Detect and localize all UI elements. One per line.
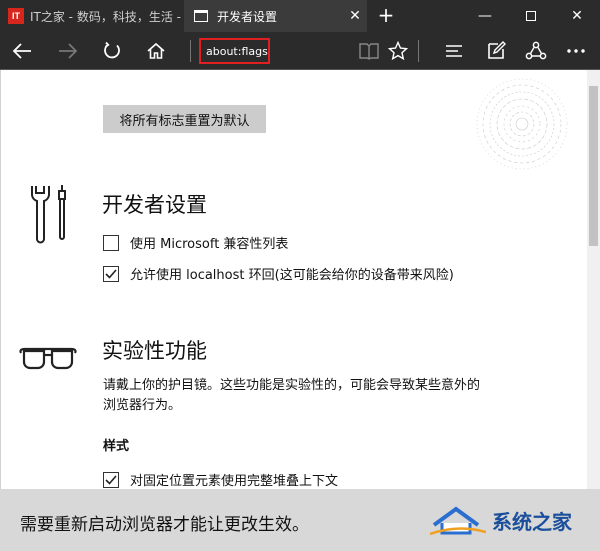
- refresh-button[interactable]: [96, 35, 128, 67]
- favorite-button[interactable]: [382, 35, 414, 67]
- home-icon: [147, 42, 165, 59]
- tab-title: IT之家 - 数码，科技，生活 -: [30, 9, 181, 24]
- more-button[interactable]: [560, 35, 592, 67]
- developer-settings-title: 开发者设置: [102, 193, 207, 217]
- localhost-loopback-checkbox[interactable]: [103, 265, 119, 282]
- star-icon: [388, 41, 408, 61]
- back-button[interactable]: [6, 35, 38, 67]
- refresh-icon: [104, 41, 120, 59]
- option-localhost-loopback[interactable]: 允许使用 localhost 环回(这可能会给你的设备带来风险): [103, 264, 454, 283]
- share-button[interactable]: [520, 35, 552, 67]
- compat-list-checkbox[interactable]: [103, 234, 119, 251]
- reading-view-button[interactable]: [353, 35, 385, 67]
- more-icon: [567, 49, 585, 53]
- forward-arrow-icon: [59, 43, 78, 59]
- restart-notice-text: 需要重新启动浏览器才能让更改生效。: [20, 515, 309, 535]
- maximize-button[interactable]: [508, 0, 554, 32]
- house-logo-icon: [430, 506, 486, 536]
- hub-button[interactable]: [438, 35, 470, 67]
- option-stacking-context[interactable]: 对固定位置元素使用完整堆叠上下文: [103, 470, 338, 489]
- checkmark-icon: [105, 268, 117, 279]
- new-tab-button[interactable]: +: [374, 4, 398, 28]
- styles-subheading: 样式: [103, 439, 130, 454]
- page-icon: [194, 10, 208, 22]
- toolbar-separator: [418, 40, 419, 62]
- option-compat-list[interactable]: 使用 Microsoft 兼容性列表: [103, 233, 288, 252]
- address-bar[interactable]: about:flags: [199, 38, 270, 64]
- it-logo-icon: IT: [8, 8, 24, 24]
- tab-strip: IT IT之家 - 数码，科技，生活 - 开发者设置 ✕ + — ✕: [0, 0, 600, 32]
- watermark-text: 系统之家: [492, 511, 572, 534]
- close-tab-icon[interactable]: ✕: [343, 8, 367, 24]
- goggles-icon: [19, 347, 77, 370]
- swirl-decoration-icon: [476, 78, 568, 170]
- web-note-button[interactable]: [480, 35, 512, 67]
- experimental-description: 请戴上你的护目镜。这些功能是实验性的，可能会导致某些意外的浏览器行为。: [103, 378, 481, 413]
- maximize-icon: [526, 11, 536, 21]
- watermark: 系统之家: [430, 496, 596, 544]
- address-text: about:flags: [206, 44, 268, 58]
- scrollbar-thumb[interactable]: [589, 86, 598, 246]
- stacking-context-checkbox[interactable]: [103, 471, 119, 488]
- option-label: 使用 Microsoft 兼容性列表: [130, 237, 289, 252]
- reset-flags-button[interactable]: 将所有标志重置为默认: [103, 105, 266, 133]
- tab-ithome[interactable]: IT IT之家 - 数码，科技，生活 -: [0, 0, 183, 32]
- home-button[interactable]: [140, 35, 172, 67]
- forward-button[interactable]: [52, 35, 84, 67]
- wrench-screwdriver-icon: [31, 185, 66, 244]
- close-window-button[interactable]: ✕: [554, 0, 600, 32]
- web-note-icon: [488, 41, 506, 59]
- tab-title: 开发者设置: [217, 9, 278, 24]
- experimental-features-title: 实验性功能: [102, 339, 207, 363]
- share-icon: [525, 41, 547, 60]
- tab-developer-settings[interactable]: 开发者设置 ✕: [184, 0, 367, 32]
- navigation-bar: about:flags: [0, 32, 600, 70]
- reading-view-icon: [359, 43, 379, 60]
- option-label: 对固定位置元素使用完整堆叠上下文: [130, 474, 339, 489]
- checkmark-icon: [105, 474, 117, 485]
- address-separator: [190, 40, 191, 62]
- hub-icon: [446, 45, 462, 57]
- minimize-button[interactable]: —: [462, 0, 508, 32]
- back-arrow-icon: [12, 43, 31, 59]
- option-label: 允许使用 localhost 环回(这可能会给你的设备带来风险): [130, 268, 454, 283]
